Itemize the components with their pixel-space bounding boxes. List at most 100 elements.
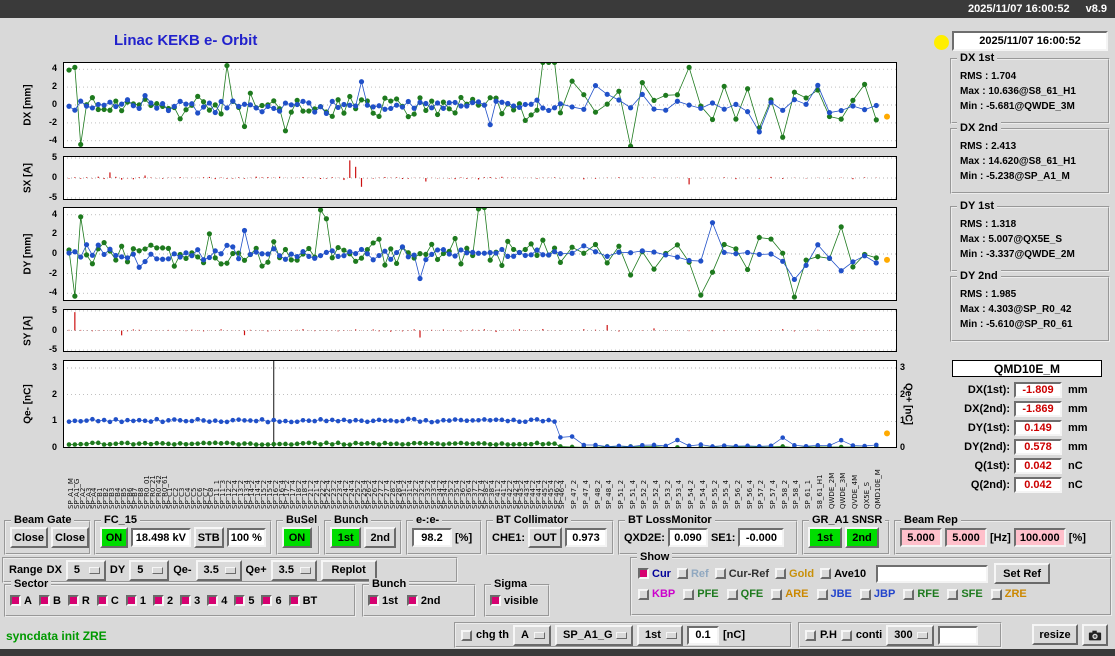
sector-4-checkbox[interactable] (207, 595, 219, 606)
resize-button[interactable]: resize (1032, 624, 1078, 645)
show-cur-checkbox[interactable] (638, 568, 649, 579)
sector-a-checkbox[interactable] (10, 595, 21, 606)
gra1-1st-button[interactable]: 1st (808, 527, 842, 548)
sector-3-item: 3 (180, 595, 200, 607)
ee-ratio-unit: [%] (455, 531, 473, 544)
count-dropdown[interactable]: 300 (886, 624, 935, 646)
range-dx-dropdown[interactable]: 5 (65, 559, 106, 581)
beam-gate-title: Beam Gate (11, 514, 75, 526)
show-ave10-checkbox[interactable] (820, 568, 832, 579)
show-kbp-checkbox[interactable] (638, 588, 649, 600)
bunch2-group: Bunch 1st 2nd (362, 578, 476, 617)
show-sfe-label: SFE (961, 588, 983, 600)
show-are-label: ARE (785, 588, 809, 600)
chg-th-checkbox[interactable] (461, 629, 472, 641)
sector-b-checkbox[interactable] (38, 595, 50, 606)
screenshot-button[interactable] (1082, 624, 1108, 646)
ph-checkbox[interactable] (805, 629, 816, 641)
sigma-visible-checkbox[interactable] (490, 595, 501, 606)
axis-tick-label: 0 (900, 442, 906, 452)
threshold-field[interactable]: 0.1 (687, 625, 719, 645)
show-are-checkbox[interactable] (771, 588, 783, 600)
show-cur-ref-item: Cur-Ref (714, 568, 769, 580)
beam-rep-hz-label: [Hz] (990, 531, 1011, 544)
gra1-2nd-button[interactable]: 2nd (845, 527, 879, 548)
range-qep-dropdown[interactable]: 3.5 (270, 559, 317, 581)
beam-rep-field-1[interactable]: 5.000 (900, 528, 942, 547)
sector-1-checkbox[interactable] (125, 595, 137, 606)
conti-checkbox[interactable] (840, 629, 852, 641)
stats-group-title: DY 2nd (957, 270, 1001, 282)
show-cur-ref-checkbox[interactable] (714, 568, 726, 579)
sector-c-item: C (96, 595, 119, 607)
app-window: 2025/11/07 16:00:52 v8.9 Linac KEKB e- O… (0, 0, 1115, 656)
spare-field[interactable] (938, 625, 979, 645)
show-ref-checkbox[interactable] (676, 568, 688, 579)
show-jbp-checkbox[interactable] (859, 588, 871, 600)
bpm-label: SP_52_2 (640, 479, 649, 509)
show-gold-checkbox[interactable] (775, 568, 787, 579)
sector-select-dropdown[interactable]: A (513, 624, 551, 646)
bunch-2nd-button[interactable]: 2nd (364, 527, 396, 548)
sector-5-checkbox[interactable] (234, 595, 246, 606)
plot-sy (63, 309, 897, 352)
se1-value-field[interactable]: -0.000 (738, 528, 785, 547)
che1-out-button[interactable]: OUT (528, 527, 563, 548)
beam-rep-field-2[interactable]: 5.000 (945, 528, 987, 547)
ph-label: P.H (820, 629, 837, 641)
fc15-on-button[interactable]: ON (100, 527, 128, 548)
sector-c-checkbox[interactable] (96, 595, 108, 606)
che1-value-field[interactable]: 0.973 (565, 528, 608, 547)
sector-2-checkbox[interactable] (152, 595, 164, 606)
bunch-1st-button[interactable]: 1st (330, 527, 362, 548)
bunch-2nd-checkbox[interactable] (406, 595, 418, 606)
show-jbe-checkbox[interactable] (816, 588, 828, 600)
beam-gate-close-button-2[interactable]: Close (51, 527, 89, 548)
stats-group-dx-1st: DX 1st RMS : 1.704 Max : 10.636@S8_61_H1 Mi… (950, 52, 1110, 124)
show-qfe-checkbox[interactable] (726, 588, 738, 600)
axis-tick-label: 0 (51, 442, 57, 452)
fc15-percent-field[interactable]: 100 % (226, 528, 266, 547)
sector-3-checkbox[interactable] (180, 595, 192, 606)
beam-rep-percent-label: [%] (1068, 531, 1086, 544)
set-ref-input[interactable] (876, 564, 989, 583)
page-title: Linac KEKB e- Orbit (114, 32, 258, 49)
show-zre-checkbox[interactable] (990, 588, 1002, 600)
bpm-label: SP_53_2 (663, 479, 672, 509)
stat-row: Min : -5.610@SP_R0_61 (960, 319, 1073, 330)
show-row-1: Cur Ref Cur-Ref Gold Ave10 Set Ref (632, 559, 1110, 585)
monitor-row-unit: mm (1068, 422, 1088, 434)
sector-bt-checkbox[interactable] (288, 595, 300, 606)
fc15-stb-button[interactable]: STB (193, 527, 224, 548)
monitor-row-unit: mm (1068, 403, 1088, 415)
fc15-kv-field[interactable]: 18.498 kV (131, 528, 191, 547)
sector-6-checkbox[interactable] (261, 595, 273, 606)
fc15-title: FC_15 (101, 514, 141, 526)
chg-th-label: chg th (476, 629, 509, 641)
show-rfe-checkbox[interactable] (903, 588, 915, 600)
bpm-select-dropdown[interactable]: SP_A1_G (555, 624, 633, 646)
range-qem-dropdown[interactable]: 3.5 (195, 559, 242, 581)
bpm-label: SP_51_4 (628, 479, 637, 509)
set-ref-button[interactable]: Set Ref (994, 563, 1051, 584)
qxd2e-value-field[interactable]: 0.090 (667, 528, 708, 547)
beam-gate-close-button-1[interactable]: Close (10, 527, 48, 548)
axis-tick-label: -4 (48, 287, 57, 298)
sector-row: A B R C 1 2 3 4 5 6 BT (6, 586, 354, 615)
show-pfe-checkbox[interactable] (683, 588, 695, 600)
bunch-select-dropdown[interactable]: 1st (637, 624, 683, 646)
range-dy-dropdown[interactable]: 5 (129, 559, 170, 581)
busel-on-button[interactable]: ON (282, 527, 312, 548)
beam-rep-field-3[interactable]: 100.000 (1013, 528, 1066, 547)
show-rfe-item: RFE (903, 588, 939, 600)
monitor-row-label: Q(1st): (974, 460, 1010, 472)
monitor-row-label: DY(1st): (967, 422, 1010, 434)
ee-ratio-field[interactable]: 98.2 (412, 528, 452, 547)
axis-tick-label: 2 (51, 228, 57, 239)
sector-2-label: 2 (166, 594, 174, 607)
axis-title: SY [A] (22, 315, 34, 346)
sector-r-checkbox[interactable] (67, 595, 79, 606)
bunch-1st-checkbox[interactable] (368, 595, 379, 606)
show-sfe-checkbox[interactable] (947, 588, 959, 600)
sigma-title: Sigma (491, 578, 531, 590)
